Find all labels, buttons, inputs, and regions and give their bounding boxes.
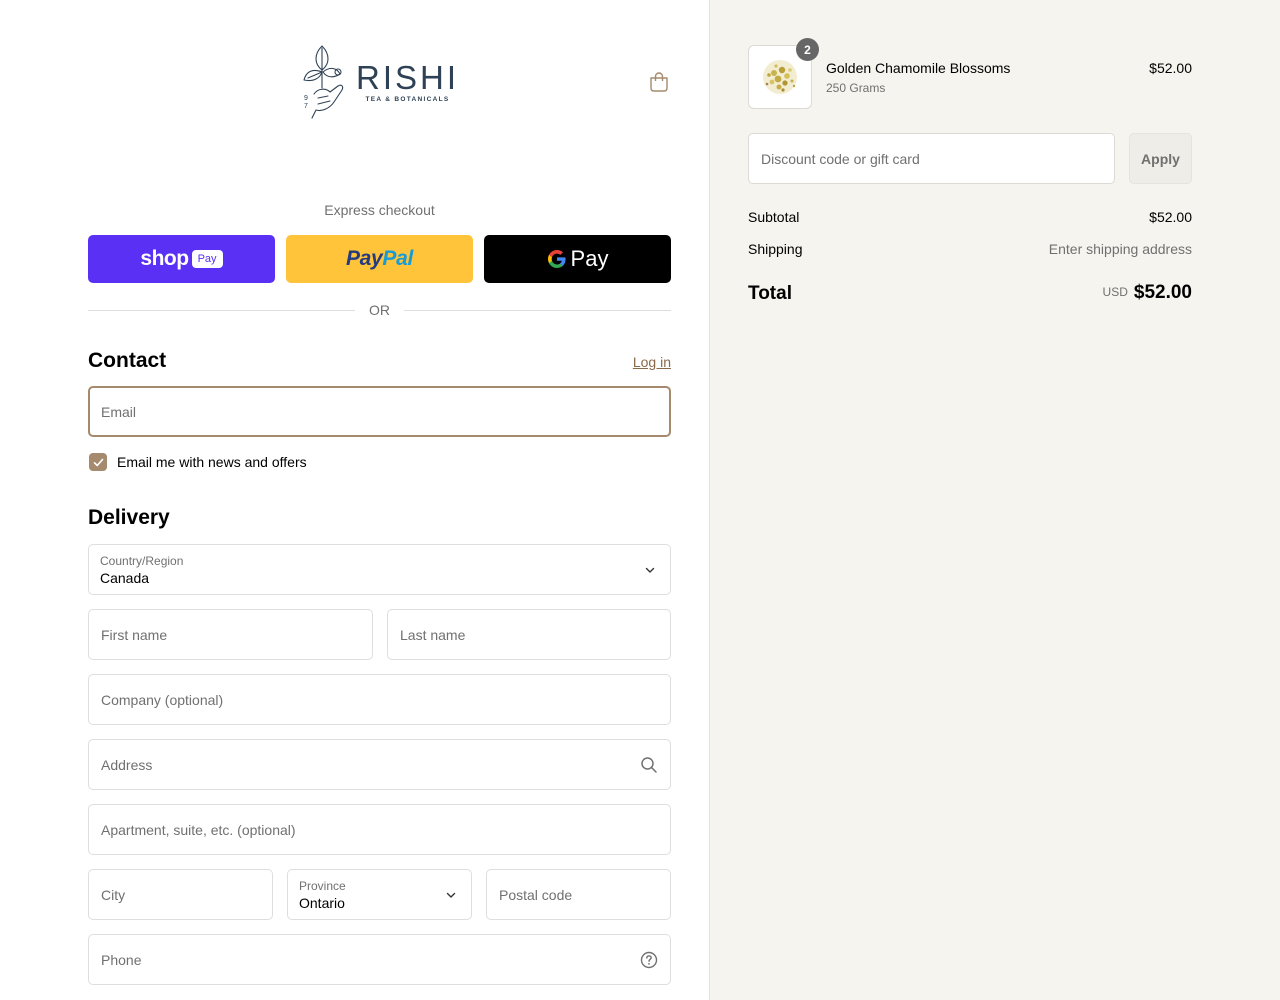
company-field[interactable]: Company (optional) (88, 674, 671, 725)
email-field[interactable]: Email (88, 386, 671, 437)
shop-pay-button[interactable]: shop Pay (88, 235, 275, 283)
brand-logo[interactable]: 9 7 RISHI TEA & BOTANICALS (300, 42, 462, 122)
first-name-field[interactable]: First name (88, 609, 373, 660)
paypal-button[interactable]: PayPal (286, 235, 473, 283)
apartment-placeholder: Apartment, suite, etc. (optional) (101, 822, 296, 838)
email-placeholder: Email (101, 404, 137, 420)
paypal-wordmark: PayPal (346, 247, 413, 271)
newsletter-label: Email me with news and offers (117, 454, 307, 470)
company-placeholder: Company (optional) (101, 692, 224, 708)
city-placeholder: City (101, 887, 126, 903)
province-label: Province (299, 879, 346, 893)
phone-field[interactable]: Phone (88, 934, 671, 985)
last-name-field[interactable]: Last name (387, 609, 671, 660)
or-divider-label: OR (369, 302, 390, 318)
country-value: Canada (100, 570, 150, 586)
checkout-form-panel: 9 7 RISHI TEA & BOTANICALS Express check… (0, 0, 709, 1000)
currency-code: USD (1102, 285, 1128, 299)
svg-text:9: 9 (304, 95, 308, 102)
subtotal-label: Subtotal (748, 209, 800, 225)
product-name: Golden Chamomile Blossoms (826, 60, 1011, 76)
svg-text:7: 7 (304, 103, 308, 110)
google-g-icon (547, 250, 566, 268)
country-label: Country/Region (100, 554, 184, 568)
phone-placeholder: Phone (101, 952, 142, 968)
express-checkout-title: Express checkout (324, 202, 435, 218)
chevron-down-icon (645, 567, 655, 573)
product-variant: 250 Grams (826, 81, 886, 95)
apply-discount-button[interactable]: Apply (1129, 133, 1192, 184)
shop-pay-badge: Pay (191, 250, 223, 268)
product-price: $52.00 (1149, 60, 1192, 76)
province-select[interactable]: Province Ontario (287, 869, 472, 920)
first-name-placeholder: First name (101, 627, 168, 643)
brand-name: RISHI (356, 58, 460, 96)
brand-tagline: TEA & BOTANICALS (365, 95, 450, 103)
shipping-label: Shipping (748, 241, 803, 257)
checkmark-icon (93, 458, 103, 466)
quantity-badge: 2 (796, 38, 819, 61)
shopping-bag-icon[interactable] (648, 71, 670, 93)
total-row-value: USD $52.00 (980, 282, 1192, 304)
tea-leaf-hand-icon: 9 7 (303, 45, 344, 119)
city-field[interactable]: City (88, 869, 273, 920)
search-icon (641, 757, 657, 773)
shop-pay-word: shop (140, 247, 189, 270)
postal-code-placeholder: Postal code (499, 887, 573, 903)
paypal-word-part1: Pay (345, 247, 383, 270)
address-field[interactable]: Address (88, 739, 671, 790)
chevron-down-icon (446, 892, 456, 898)
delivery-heading: Delivery (88, 506, 170, 529)
subtotal-value: $52.00 (1149, 209, 1192, 225)
discount-placeholder: Discount code or gift card (761, 151, 920, 167)
divider-left (88, 310, 355, 311)
newsletter-checkbox[interactable] (89, 453, 107, 471)
total-label: Total (748, 283, 792, 304)
country-select[interactable]: Country/Region Canada (88, 544, 671, 595)
shipping-value: Enter shipping address (1048, 241, 1192, 257)
google-pay-word: Pay (570, 246, 609, 271)
paypal-word-part2: Pal (382, 247, 414, 270)
discount-code-field[interactable]: Discount code or gift card (748, 133, 1115, 184)
brand-wordmark: RISHI TEA & BOTANICALS (356, 58, 460, 103)
contact-heading: Contact (88, 349, 167, 372)
apartment-field[interactable]: Apartment, suite, etc. (optional) (88, 804, 671, 855)
log-in-link[interactable]: Log in (620, 354, 671, 370)
address-placeholder: Address (101, 757, 153, 773)
last-name-placeholder: Last name (400, 627, 466, 643)
google-pay-button[interactable]: Pay (484, 235, 671, 283)
province-value: Ontario (299, 895, 345, 911)
divider-right (404, 310, 671, 311)
postal-code-field[interactable]: Postal code (486, 869, 671, 920)
help-question-icon[interactable] (640, 951, 658, 969)
total-value: $52.00 (1133, 282, 1192, 303)
